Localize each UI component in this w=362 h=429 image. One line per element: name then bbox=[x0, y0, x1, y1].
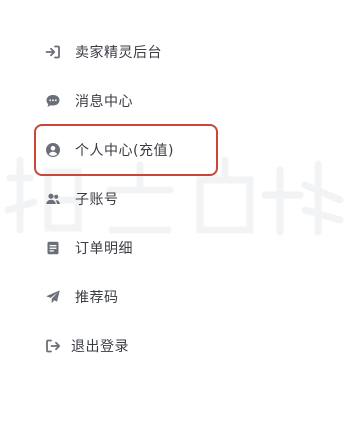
menu-item-label: 订单明细 bbox=[75, 240, 133, 257]
menu-item-sub-accounts[interactable]: 子账号 bbox=[40, 174, 340, 223]
users-icon bbox=[44, 190, 62, 208]
menu-item-logout[interactable]: 退出登录 bbox=[40, 321, 340, 370]
account-menu: 卖家精灵后台 消息中心 个人中心(充值) 子账号 订单明细 推荐码 退出登录 bbox=[40, 27, 340, 370]
menu-item-label: 退出登录 bbox=[71, 338, 129, 355]
paper-plane-icon bbox=[44, 288, 62, 306]
menu-item-label: 子账号 bbox=[75, 191, 119, 208]
menu-item-message-center[interactable]: 消息中心 bbox=[40, 76, 340, 125]
document-icon bbox=[44, 239, 62, 257]
account-menu-page: 卖家精灵后台 消息中心 个人中心(充值) 子账号 订单明细 推荐码 退出登录 bbox=[0, 0, 362, 429]
menu-item-label: 推荐码 bbox=[75, 289, 119, 306]
login-arrow-icon bbox=[44, 43, 62, 61]
menu-item-label: 个人中心(充值) bbox=[75, 142, 174, 159]
logout-icon bbox=[44, 337, 62, 355]
user-circle-icon bbox=[44, 141, 62, 159]
menu-item-seller-backend[interactable]: 卖家精灵后台 bbox=[40, 27, 340, 76]
menu-item-referral-code[interactable]: 推荐码 bbox=[40, 272, 340, 321]
menu-item-personal-center[interactable]: 个人中心(充值) bbox=[40, 125, 340, 174]
menu-item-order-details[interactable]: 订单明细 bbox=[40, 223, 340, 272]
menu-item-label: 卖家精灵后台 bbox=[75, 44, 162, 61]
chat-bubble-icon bbox=[44, 92, 62, 110]
menu-item-label: 消息中心 bbox=[75, 93, 133, 110]
